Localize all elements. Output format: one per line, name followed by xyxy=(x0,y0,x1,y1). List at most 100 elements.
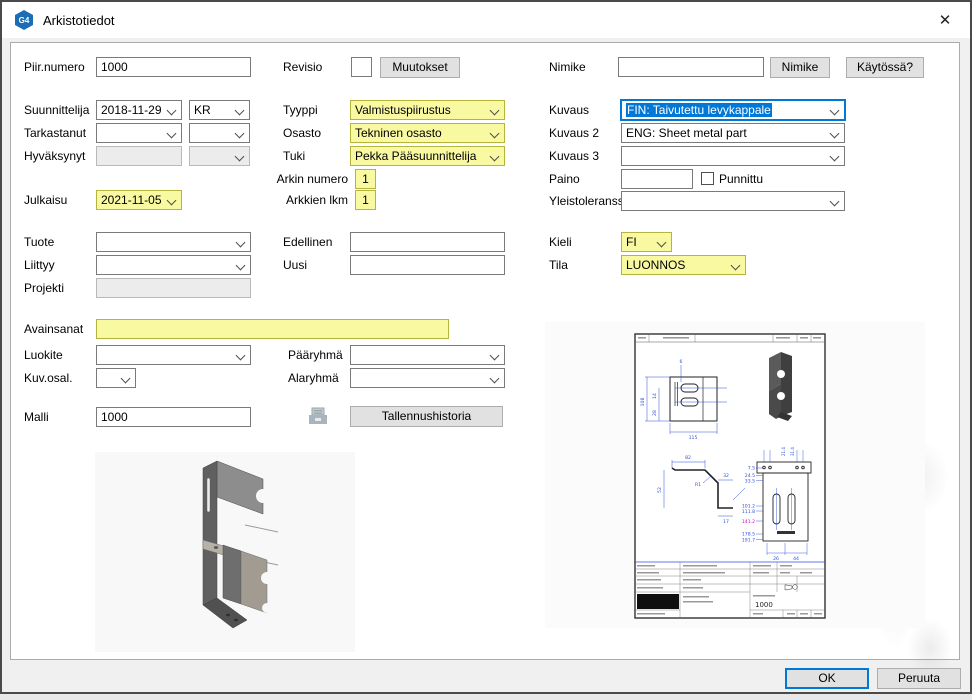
ok-button[interactable]: OK xyxy=(785,668,869,689)
dimension-label: 111.8 xyxy=(742,509,755,515)
uusi-label: Uusi xyxy=(283,255,307,275)
kaytossa-button[interactable]: Käytössä? xyxy=(846,57,924,78)
julkaisu-date-select[interactable]: 2021-11-05 xyxy=(96,190,182,210)
printer-icon[interactable] xyxy=(306,405,330,429)
paino-field[interactable] xyxy=(621,169,693,189)
luokite-select[interactable] xyxy=(96,345,251,365)
chevron-down-icon xyxy=(490,351,500,361)
hyvaksynyt-initials-select[interactable] xyxy=(189,146,250,166)
paino-label: Paino xyxy=(549,169,580,189)
kieli-select[interactable]: FI xyxy=(621,232,672,252)
chevron-down-icon xyxy=(235,106,245,116)
muutokset-button[interactable]: Muutokset xyxy=(380,57,460,78)
chevron-down-icon xyxy=(490,106,500,116)
dimension-label: 33.5 xyxy=(745,479,755,485)
dimension-label: 6 xyxy=(680,359,683,365)
kuvaus3-label: Kuvaus 3 xyxy=(549,146,599,166)
revisio-field[interactable] xyxy=(351,57,372,77)
dimension-label: 24.5 xyxy=(745,473,755,479)
revisio-label: Revisio xyxy=(283,57,322,77)
suunnittelija-initials-value: KR xyxy=(194,103,211,117)
tila-value: LUONNOS xyxy=(626,258,685,272)
suunnittelija-date-value: 2018-11-29 xyxy=(101,103,162,117)
dimension-label: 7.5 xyxy=(748,466,755,472)
dimension-label: 115 xyxy=(689,435,698,441)
julkaisu-date-value: 2021-11-05 xyxy=(101,193,162,207)
tarkastanut-initials-select[interactable] xyxy=(189,123,250,143)
osasto-label: Osasto xyxy=(283,123,321,143)
tallennushistoria-button[interactable]: Tallennushistoria xyxy=(350,406,503,427)
tarkastanut-label: Tarkastanut xyxy=(24,123,86,143)
liittyy-select[interactable] xyxy=(96,255,251,275)
avainsanat-label: Avainsanat xyxy=(24,319,83,339)
julkaisu-label: Julkaisu xyxy=(24,190,67,210)
chevron-down-icon xyxy=(490,152,500,162)
arkkien-lkm-label: Arkkien lkm xyxy=(260,190,348,210)
malli-label: Malli xyxy=(24,407,49,427)
kuvaus3-select[interactable] xyxy=(621,146,845,166)
peruuta-button[interactable]: Peruuta xyxy=(877,668,961,689)
tuki-select[interactable]: Pekka Pääsuunnittelija xyxy=(350,146,505,166)
alaryhma-select[interactable] xyxy=(350,368,505,388)
dimension-label: 44 xyxy=(793,556,799,562)
nimike-field[interactable] xyxy=(618,57,764,77)
alaryhma-label: Alaryhmä xyxy=(288,368,339,388)
yleistoleranssi-label: Yleistoleranssi xyxy=(549,191,626,211)
tyyppi-select[interactable]: Valmistuspiirustus xyxy=(350,100,505,120)
tuote-select[interactable] xyxy=(96,232,251,252)
app-g4-icon: G4 xyxy=(14,10,34,30)
kuvaus-select[interactable]: FIN: Taivutettu levykappale xyxy=(621,100,845,120)
close-icon[interactable]: ✕ xyxy=(930,5,960,35)
arkkien-lkm-field[interactable]: 1 xyxy=(355,190,376,210)
chevron-down-icon xyxy=(167,196,177,206)
kuv-osal-select[interactable] xyxy=(96,368,136,388)
tarkastanut-date-select[interactable] xyxy=(96,123,182,143)
chevron-down-icon xyxy=(236,351,246,361)
liittyy-label: Liittyy xyxy=(24,255,55,275)
dimension-label: R1 xyxy=(695,482,701,488)
malli-field[interactable]: 1000 xyxy=(96,407,251,427)
uusi-field[interactable] xyxy=(350,255,505,275)
suunnittelija-initials-select[interactable]: KR xyxy=(189,100,250,120)
avainsanat-field[interactable] xyxy=(96,319,449,339)
osasto-select[interactable]: Tekninen osasto xyxy=(350,123,505,143)
punnittu-checkbox[interactable] xyxy=(701,172,714,185)
arkin-numero-label: Arkin numero xyxy=(260,169,348,189)
dialog-title: Arkistotiedot xyxy=(43,13,115,28)
suunnittelija-date-select[interactable]: 2018-11-29 xyxy=(96,100,182,120)
tila-select[interactable]: LUONNOS xyxy=(621,255,746,275)
edellinen-field[interactable] xyxy=(350,232,505,252)
chevron-down-icon xyxy=(235,152,245,162)
piir-numero-label: Piir.numero xyxy=(24,57,85,77)
paaryhma-select[interactable] xyxy=(350,345,505,365)
nimike-button[interactable]: Nimike xyxy=(770,57,830,78)
tila-label: Tila xyxy=(549,255,568,275)
piir-numero-field[interactable]: 1000 xyxy=(96,57,251,77)
drawing-iso-view xyxy=(769,352,792,421)
kieli-value: FI xyxy=(626,235,637,249)
kuvaus-value: FIN: Taivutettu levykappale xyxy=(626,103,772,117)
chevron-down-icon xyxy=(830,129,840,139)
arkin-numero-field[interactable]: 1 xyxy=(355,169,376,189)
drawing-preview-image: 6 108 14 28 115 xyxy=(545,322,925,628)
dimension-label: 101.2 xyxy=(742,504,755,510)
title-bar[interactable]: G4 Arkistotiedot ✕ xyxy=(2,2,970,38)
chevron-down-icon xyxy=(731,261,741,271)
luokite-label: Luokite xyxy=(24,345,63,365)
yleistoleranssi-select[interactable] xyxy=(621,191,845,211)
dimension-label: 31.4 xyxy=(790,447,795,456)
dimension-label: 178.5 xyxy=(742,532,755,538)
chevron-down-icon xyxy=(167,129,177,139)
osasto-value: Tekninen osasto xyxy=(355,126,442,140)
nimike-label: Nimike xyxy=(549,57,586,77)
paaryhma-label: Pääryhmä xyxy=(288,345,343,365)
tuki-label: Tuki xyxy=(283,146,305,166)
dimension-label: 141.2 xyxy=(742,519,755,525)
kuvaus2-select[interactable]: ENG: Sheet metal part xyxy=(621,123,845,143)
sheet-metal-part-3d xyxy=(95,452,355,652)
projekti-field xyxy=(96,278,251,298)
dimension-label: 14 xyxy=(652,393,658,399)
chevron-down-icon xyxy=(236,261,246,271)
edellinen-label: Edellinen xyxy=(283,232,332,252)
dimension-label: 26 xyxy=(773,556,779,562)
